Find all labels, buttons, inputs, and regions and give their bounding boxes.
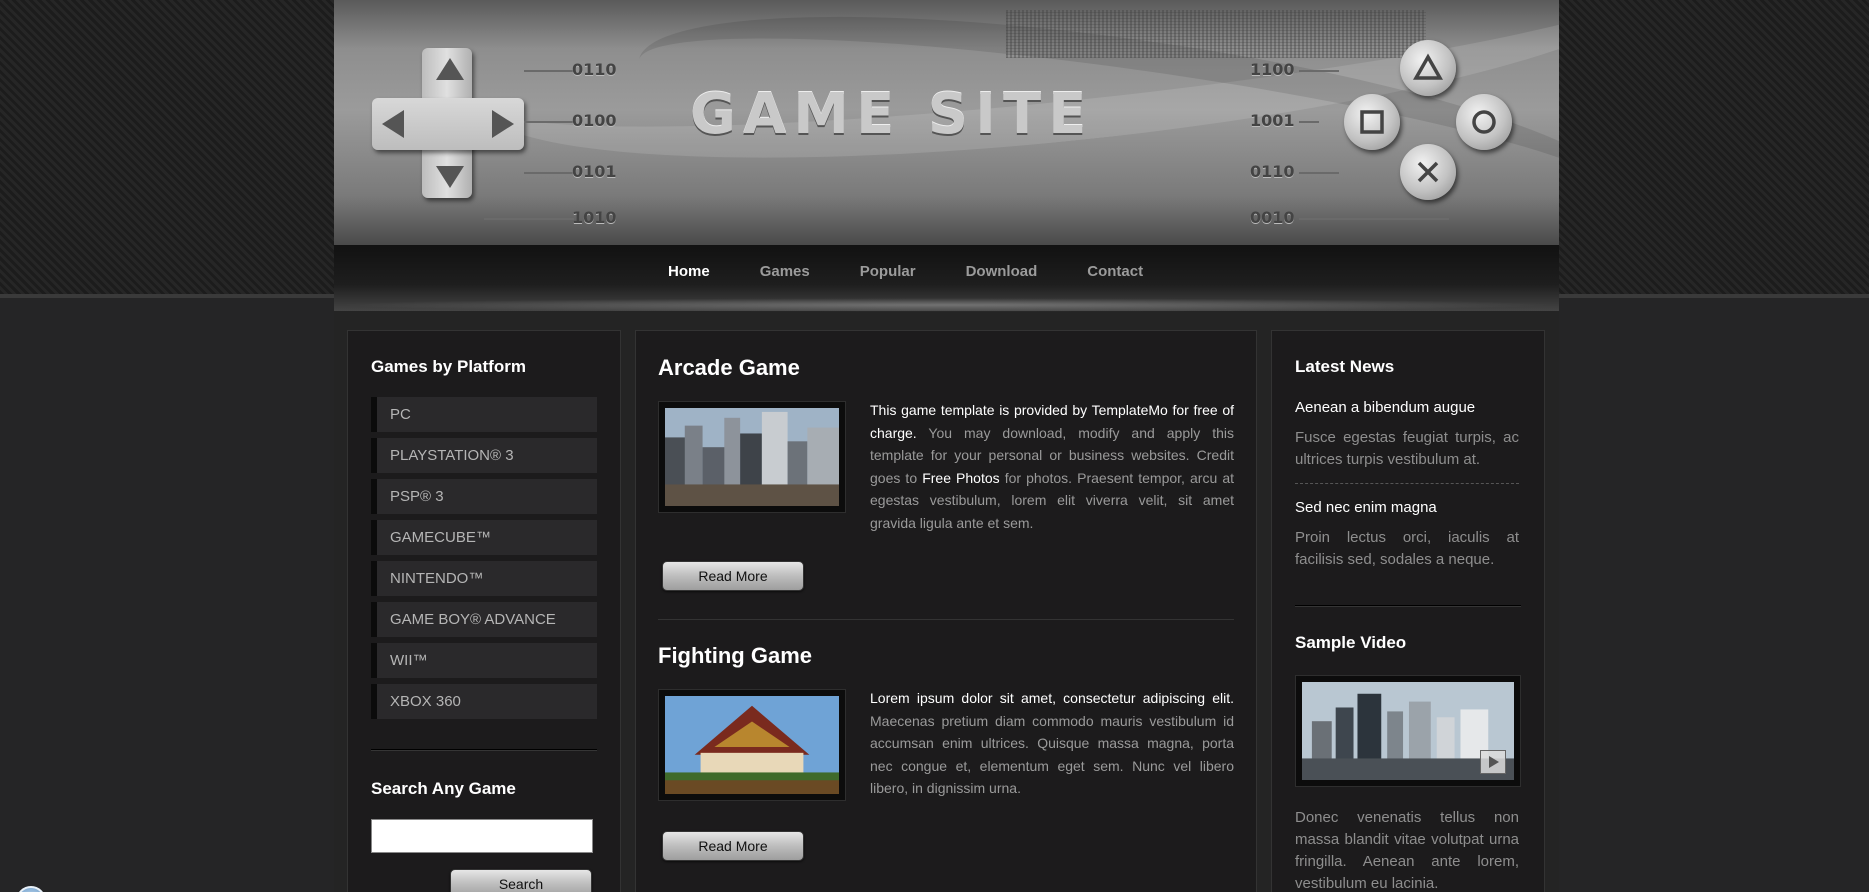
search-heading: Search Any Game: [371, 779, 516, 798]
arrow-right-icon: [492, 110, 514, 138]
post-title[interactable]: Arcade Game: [658, 355, 800, 381]
main-content: Arcade Game This game template is provid…: [635, 330, 1257, 892]
binary-label: 0100: [572, 111, 617, 130]
platform-item-ps3[interactable]: PLAYSTATION® 3: [371, 438, 597, 473]
nav-home[interactable]: Home: [668, 263, 710, 280]
post-image[interactable]: [658, 401, 846, 513]
free-photos-link[interactable]: Free Photos: [922, 470, 999, 486]
binary-label: 1010: [572, 208, 617, 227]
platform-item-xbox[interactable]: XBOX 360: [371, 684, 597, 719]
binary-label: 0110: [1250, 162, 1295, 181]
search-button[interactable]: Search: [450, 869, 592, 892]
site-header: 0110 0100 0101 1010 GAME SITE 1100 1001 …: [334, 0, 1559, 245]
corner-badge-icon[interactable]: [16, 886, 46, 892]
page-wrapper: 0110 0100 0101 1010 GAME SITE 1100 1001 …: [334, 0, 1559, 892]
platform-item-psp[interactable]: PSP® 3: [371, 479, 597, 514]
video-heading: Sample Video: [1295, 633, 1407, 652]
platform-item-gameboy[interactable]: GAME BOY® ADVANCE: [371, 602, 597, 637]
arrow-down-icon: [436, 166, 464, 188]
news-item-text: Proin lectus orci, iaculis at facilisis …: [1295, 529, 1519, 568]
binary-label: 0101: [572, 162, 617, 181]
video-description: Donec venenatis tellus non massa blandit…: [1295, 809, 1519, 892]
platform-item-gamecube[interactable]: GAMECUBE™: [371, 520, 597, 555]
nav-games[interactable]: Games: [760, 263, 810, 280]
platform-item-pc[interactable]: PC: [371, 397, 597, 432]
binary-label: 1001: [1250, 111, 1295, 130]
nav-contact[interactable]: Contact: [1087, 263, 1143, 280]
binary-label: 0010: [1250, 208, 1295, 227]
nav-popular[interactable]: Popular: [860, 263, 916, 280]
post-text: This game template is provided by Templa…: [870, 402, 1234, 531]
post-title[interactable]: Fighting Game: [658, 643, 812, 669]
platform-list: PC PLAYSTATION® 3 PSP® 3 GAMECUBE™ NINTE…: [371, 397, 597, 725]
search-input[interactable]: [371, 819, 593, 853]
dpad-icon: [372, 0, 532, 245]
arrow-left-icon: [382, 110, 404, 138]
read-more-button[interactable]: Read More: [662, 561, 804, 591]
left-sidebar: Games by Platform PC PLAYSTATION® 3 PSP®…: [347, 330, 621, 892]
platform-item-wii[interactable]: WII™: [371, 643, 597, 678]
cross-button-icon: [1400, 144, 1456, 200]
triangle-button-icon: [1400, 40, 1456, 96]
square-button-icon: [1344, 94, 1400, 150]
right-sidebar: Latest News Aenean a bibendum augue Fusc…: [1271, 330, 1545, 892]
nav-download[interactable]: Download: [966, 263, 1038, 280]
news-item-title[interactable]: Aenean a bibendum augue: [1295, 399, 1475, 416]
read-more-button[interactable]: Read More: [662, 831, 804, 861]
video-thumbnail[interactable]: [1295, 675, 1521, 787]
arrow-up-icon: [436, 58, 464, 80]
binary-label: 0110: [572, 60, 617, 79]
circle-button-icon: [1456, 94, 1512, 150]
platforms-heading: Games by Platform: [371, 357, 526, 376]
news-heading: Latest News: [1295, 357, 1395, 376]
post-image[interactable]: [658, 689, 846, 801]
news-item-title[interactable]: Sed nec enim magna: [1295, 499, 1437, 516]
text-texture: [1006, 10, 1426, 58]
news-item-text: Fusce egestas feugiat turpis, ac ultrice…: [1295, 429, 1519, 468]
post-text: Lorem ipsum dolor sit amet, consectetur …: [870, 690, 1234, 796]
site-title[interactable]: GAME SITE: [690, 82, 1093, 147]
binary-label: 1100: [1250, 60, 1295, 79]
play-icon[interactable]: [1480, 750, 1506, 774]
platform-item-nintendo[interactable]: NINTENDO™: [371, 561, 597, 596]
